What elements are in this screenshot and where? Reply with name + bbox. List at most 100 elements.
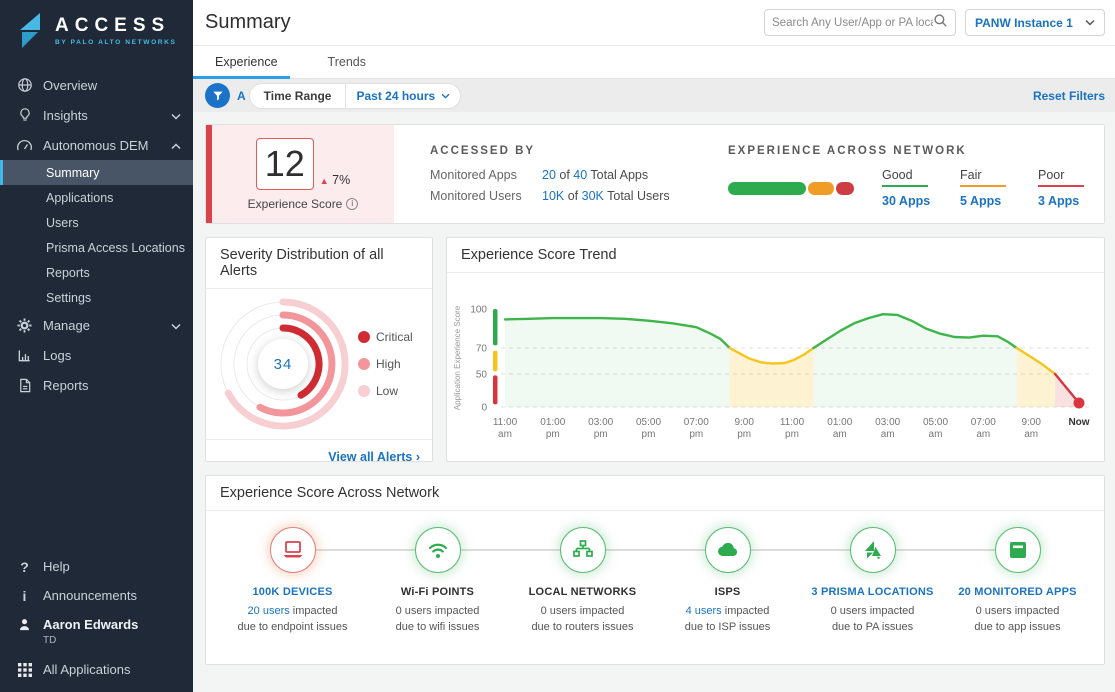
- low-dot-icon: [358, 385, 370, 397]
- svg-text:03:00: 03:00: [588, 417, 613, 428]
- bar-segment-poor: [836, 182, 854, 195]
- network-path-title: Experience Score Across Network: [206, 476, 1104, 511]
- info-icon[interactable]: i: [346, 198, 358, 210]
- instance-select-value: PANW Instance 1: [975, 16, 1073, 30]
- trend-card-title: Experience Score Trend: [447, 238, 1104, 273]
- svg-text:50: 50: [476, 370, 488, 381]
- svg-text:am: am: [881, 429, 895, 440]
- network-path-nodes: 100K DEVICES 20 users impacted due to en…: [220, 527, 1090, 633]
- score-delta: ▲ 7%: [320, 173, 350, 190]
- tabs: Experience Trends: [193, 46, 1115, 79]
- tab-experience[interactable]: Experience: [215, 55, 278, 78]
- reset-filters-link[interactable]: Reset Filters: [1033, 89, 1105, 103]
- document-icon: [16, 378, 33, 393]
- devices-link[interactable]: 100K DEVICES: [252, 586, 332, 598]
- sidebar-item-applications[interactable]: Applications: [0, 185, 193, 210]
- filter-button[interactable]: [205, 83, 230, 108]
- experience-score-label: Experience Score: [248, 197, 343, 211]
- sidebar-item-label: Overview: [43, 78, 97, 93]
- fair-apps-link[interactable]: 5 Apps: [960, 194, 1012, 208]
- sidebar-item-label: All Applications: [43, 662, 130, 677]
- experience-across-network-title: EXPERIENCE ACROSS NETWORK: [728, 145, 1090, 157]
- accessed-by-section: ACCESSED BY Monitored Apps 20 of 40 Tota…: [394, 125, 692, 223]
- bar-segment-good: [728, 182, 806, 195]
- sidebar-item-label: Manage: [43, 318, 90, 333]
- sidebar-item-help[interactable]: ? Help: [0, 552, 193, 581]
- critical-dot-icon: [358, 331, 370, 343]
- instance-select[interactable]: PANW Instance 1: [965, 9, 1105, 36]
- sidebar-item-insights[interactable]: Insights: [0, 100, 193, 130]
- experience-score-banner: 12 ▲ 7% Experience Score i ACCESSED BY: [205, 124, 1105, 224]
- svg-text:pm: pm: [689, 429, 703, 440]
- trend-up-icon: ▲: [320, 176, 329, 186]
- sidebar-item-label: Logs: [43, 348, 71, 363]
- access-logo-icon: [14, 12, 46, 50]
- severity-donut: 34: [208, 289, 358, 439]
- sidebar-item-logs[interactable]: Logs: [0, 340, 193, 370]
- poor-apps-link[interactable]: 3 Apps: [1038, 194, 1090, 208]
- sidebar-item-reports-sub[interactable]: Reports: [0, 260, 193, 285]
- sidebar: ACCESS BY PALO ALTO NETWORKS Overview In…: [0, 0, 193, 692]
- sidebar-nav: Overview Insights Autonomous DEM: [0, 70, 193, 400]
- wifi-icon: [426, 539, 450, 561]
- search-input[interactable]: [772, 17, 933, 29]
- user-org: TD: [0, 635, 193, 649]
- logo-subtitle: BY PALO ALTO NETWORKS: [55, 39, 177, 46]
- legend-good: Good 30 Apps: [882, 168, 934, 208]
- svg-text:0: 0: [481, 403, 487, 414]
- experience-score-panel: 12 ▲ 7% Experience Score i: [212, 125, 394, 223]
- sidebar-item-manage[interactable]: Manage: [0, 310, 193, 340]
- sidebar-item-summary[interactable]: Summary: [0, 160, 193, 185]
- main-area: Summary PANW Instance 1 Experience Trend…: [193, 0, 1115, 692]
- sidebar-bottom: ? Help i Announcements Aaron Edwards TD …: [0, 552, 193, 692]
- network-hub-icon: [571, 539, 595, 561]
- node-isps: ISPS 4 users impacted due to ISP issues: [655, 527, 800, 633]
- svg-text:11:00: 11:00: [780, 417, 805, 428]
- legend-fair: Fair 5 Apps: [960, 168, 1012, 208]
- svg-text:am: am: [929, 429, 943, 440]
- isps-label: ISPS: [715, 586, 741, 598]
- brand-logo: ACCESS BY PALO ALTO NETWORKS: [0, 0, 193, 60]
- sidebar-item-settings[interactable]: Settings: [0, 285, 193, 310]
- time-range-label: Time Range: [250, 89, 346, 103]
- svg-text:am: am: [976, 429, 990, 440]
- monitored-apps-row: Monitored Apps 20 of 40 Total Apps: [430, 168, 692, 182]
- sidebar-item-users[interactable]: Users: [0, 210, 193, 235]
- svg-text:01:00: 01:00: [540, 417, 565, 428]
- good-apps-link[interactable]: 30 Apps: [882, 194, 934, 208]
- sidebar-item-autonomous-dem[interactable]: Autonomous DEM: [0, 130, 193, 160]
- bar-chart-icon: [16, 348, 33, 363]
- experience-score-value: 12: [256, 138, 314, 190]
- filter-bar: A Time Range Past 24 hours Reset Filters: [193, 79, 1115, 112]
- topbar: Summary PANW Instance 1: [193, 0, 1115, 46]
- tab-trends[interactable]: Trends: [328, 55, 366, 78]
- svg-text:pm: pm: [785, 429, 799, 440]
- svg-text:am: am: [498, 429, 512, 440]
- svg-text:07:00: 07:00: [971, 417, 996, 428]
- chevron-down-icon: [171, 108, 181, 123]
- sidebar-item-label: Reports: [43, 378, 89, 393]
- user-name: Aaron Edwards: [43, 617, 138, 632]
- time-range-filter[interactable]: Time Range Past 24 hours: [249, 83, 462, 109]
- sidebar-item-announcements[interactable]: i Announcements: [0, 581, 193, 610]
- sidebar-item-all-applications[interactable]: All Applications: [0, 655, 193, 684]
- gauge-icon: [16, 138, 33, 153]
- svg-text:34: 34: [274, 356, 293, 373]
- svg-text:100: 100: [470, 305, 487, 316]
- experience-score-trend-chart: 10070500Application Experience Score11:0…: [449, 291, 1101, 447]
- high-dot-icon: [358, 358, 370, 370]
- adem-submenu: Summary Applications Users Prisma Access…: [0, 160, 193, 310]
- svg-text:Now: Now: [1068, 417, 1089, 428]
- prisma-locations-link[interactable]: 3 PRISMA LOCATIONS: [811, 586, 933, 598]
- experience-across-network-section: EXPERIENCE ACROSS NETWORK Good 30 Apps F…: [692, 125, 1104, 223]
- sidebar-item-reports[interactable]: Reports: [0, 370, 193, 400]
- sidebar-item-prisma-access-locations[interactable]: Prisma Access Locations: [0, 235, 193, 260]
- sidebar-item-overview[interactable]: Overview: [0, 70, 193, 100]
- monitored-apps-link[interactable]: 20 MONITORED APPS: [958, 586, 1076, 598]
- sidebar-item-label: Insights: [43, 108, 88, 123]
- view-all-alerts-link[interactable]: View all Alerts ›: [328, 450, 420, 464]
- logo-title: ACCESS: [55, 16, 177, 36]
- severity-legend: Critical High Low: [358, 330, 413, 398]
- time-range-value[interactable]: Past 24 hours: [346, 89, 460, 103]
- search-icon[interactable]: [933, 13, 948, 33]
